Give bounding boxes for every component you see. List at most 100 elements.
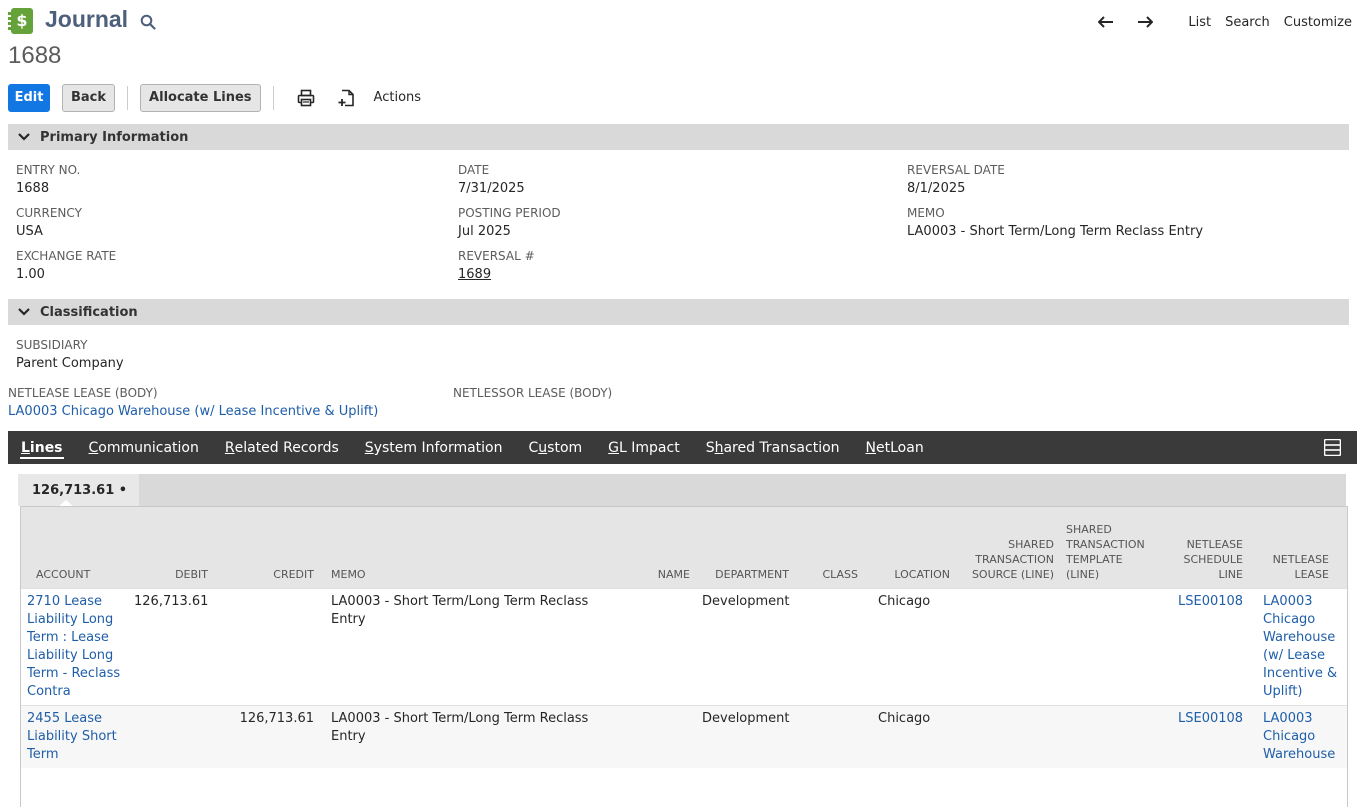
back-button[interactable]: Back — [62, 83, 116, 112]
column-header-department[interactable]: DEPARTMENT — [696, 507, 795, 588]
tab-label-part: etLoan — [876, 439, 924, 456]
actions-menu[interactable]: Actions — [374, 90, 422, 105]
column-header-name[interactable]: NAME — [620, 507, 696, 588]
column-header-location[interactable]: LOCATION — [864, 507, 956, 588]
menu-icon[interactable] — [1324, 439, 1341, 456]
table-row[interactable]: 2455 Lease Liability Short Term 126,713.6… — [21, 705, 1347, 768]
tab-label-part: elated Records — [234, 439, 339, 456]
lines-table: ACCOUNT DEBIT CREDIT MEMO NAME DEPARTMEN… — [20, 506, 1348, 807]
field-label: DATE — [458, 163, 490, 177]
column-header-schedule-line[interactable]: NETLEASE SCHEDULE LINE — [1164, 507, 1249, 588]
field-label: REVERSAL # — [458, 249, 535, 263]
name-cell — [620, 588, 696, 705]
new-document-icon[interactable] — [335, 87, 357, 109]
field-label: MEMO — [907, 206, 945, 220]
column-header-netlease-lease[interactable]: NETLEASE LEASE — [1249, 507, 1347, 588]
date-field: DATE 7/31/2025 — [458, 162, 525, 198]
memo-cell: LA0003 - Short Term/Long Term Reclass En… — [331, 710, 589, 744]
column-header-memo[interactable]: MEMO — [320, 507, 620, 588]
location-cell: Chicago — [878, 593, 931, 609]
schedule-line-link[interactable]: LSE00108 — [1178, 711, 1243, 726]
entry-no-field: ENTRY NO. 1688 — [16, 162, 80, 198]
customize-link[interactable]: Customize — [1284, 15, 1352, 30]
list-link[interactable]: List — [1188, 15, 1211, 30]
field-label: EXCHANGE RATE — [16, 249, 117, 263]
tab-access-key: G — [608, 439, 620, 456]
allocate-lines-button[interactable]: Allocate Lines — [140, 83, 261, 112]
field-value: 8/1/2025 — [907, 181, 966, 196]
toolbar-divider — [272, 85, 274, 110]
memo-field: MEMO LA0003 - Short Term/Long Term Recla… — [907, 205, 1203, 241]
schedule-line-link[interactable]: LSE00108 — [1178, 594, 1243, 609]
tab-system-information[interactable]: System Information — [365, 431, 503, 464]
table-header-row: ACCOUNT DEBIT CREDIT MEMO NAME DEPARTMEN… — [21, 507, 1347, 588]
chevron-down-icon — [16, 304, 32, 320]
classification-header[interactable]: Classification — [8, 299, 1349, 325]
column-header-credit[interactable]: CREDIT — [214, 507, 320, 588]
column-header-shared-source[interactable]: SHARED TRANSACTION SOURCE (LINE) — [956, 507, 1060, 588]
lines-subtab-bar: 126,713.61 • — [18, 474, 1346, 507]
location-cell: Chicago — [878, 710, 931, 726]
account-link[interactable]: 2455 Lease Liability Short Term — [27, 711, 117, 762]
name-cell — [620, 705, 696, 768]
record-number: 1688 — [8, 42, 62, 69]
posting-period-field: POSTING PERIOD Jul 2025 — [458, 205, 561, 241]
tab-access-key: R — [224, 439, 235, 456]
field-value: Parent Company — [16, 356, 124, 371]
column-header-class[interactable]: CLASS — [795, 507, 864, 588]
shared-template-cell — [1060, 705, 1164, 768]
tab-netloan[interactable]: NetLoan — [866, 431, 924, 464]
subsidiary-field: SUBSIDIARY Parent Company — [16, 337, 124, 373]
reversal-no-field: REVERSAL # 1689 — [458, 248, 535, 284]
field-label: CURRENCY — [16, 206, 82, 220]
top-navigation: List Search Customize — [1096, 14, 1352, 30]
currency-field: CURRENCY USA — [16, 205, 82, 241]
field-value: LA0003 - Short Term/Long Term Reclass En… — [907, 224, 1204, 239]
search-icon[interactable] — [140, 14, 156, 30]
lines-total-subtab[interactable]: 126,713.61 • — [18, 474, 140, 507]
tab-custom[interactable]: Cu stom — [529, 431, 583, 464]
exchange-rate-field: EXCHANGE RATE 1.00 — [16, 248, 116, 284]
print-icon[interactable] — [295, 87, 317, 109]
tab-access-key: S — [364, 439, 374, 456]
page-header: $ Journal List Search Customize — [8, 6, 1361, 40]
netlease-lease-field: NETLEASE LEASE (BODY) LA0003 Chicago War… — [8, 385, 378, 421]
field-label: ENTRY NO. — [16, 163, 81, 177]
primary-information-header[interactable]: Primary Information — [8, 124, 1349, 150]
netlease-lease-cell: LA0003 Chicago Warehouse (w/ Lease Incen… — [1249, 588, 1347, 705]
section-title: Classification — [40, 304, 138, 320]
field-label: POSTING PERIOD — [458, 206, 561, 220]
tab-lines[interactable]: Lines — [20, 431, 64, 464]
tab-related-records[interactable]: Related Records — [225, 431, 339, 464]
previous-arrow-icon[interactable] — [1096, 14, 1116, 30]
tab-label-part: S — [705, 439, 715, 456]
table-row[interactable]: 2710 Lease Liability Long Term : Lease L… — [21, 588, 1347, 705]
tab-gl-impact[interactable]: GL Impact — [608, 431, 680, 464]
debit-cell — [128, 705, 214, 768]
edit-button[interactable]: Edit — [8, 83, 50, 112]
tab-label-part: ommunication — [98, 439, 199, 456]
account-cell: 2455 Lease Liability Short Term — [21, 705, 128, 768]
netlease-lease-link[interactable]: LA0003 Chicago Warehouse (w/ Lease Incen… — [1263, 594, 1337, 699]
tab-communication[interactable]: Communication — [89, 431, 199, 464]
column-header-debit[interactable]: DEBIT — [128, 507, 214, 588]
field-value: 1.00 — [16, 267, 45, 282]
account-link[interactable]: 2710 Lease Liability Long Term : Lease L… — [27, 594, 120, 699]
debit-cell: 126,713.61 — [134, 593, 209, 609]
shared-template-cell — [1060, 588, 1164, 705]
reversal-link[interactable]: 1689 — [458, 266, 535, 284]
credit-cell — [214, 588, 320, 705]
next-arrow-icon[interactable] — [1135, 14, 1155, 30]
tab-label-part: ines — [29, 439, 63, 456]
search-link[interactable]: Search — [1225, 15, 1270, 30]
field-value: 7/31/2025 — [458, 181, 525, 196]
netlease-lease-link[interactable]: LA0003 Chicago Warehouse — [1263, 711, 1335, 762]
column-header-shared-template[interactable]: SHARED TRANSACTION TEMPLATE (LINE) — [1060, 507, 1164, 588]
column-header-account[interactable]: ACCOUNT — [21, 507, 128, 588]
netlease-lease-link[interactable]: LA0003 Chicago Warehouse (w/ Lease Incen… — [8, 403, 378, 421]
tab-shared-transaction[interactable]: Sh ared Transaction — [706, 431, 840, 464]
shared-source-cell — [956, 588, 1060, 705]
tab-access-key: N — [865, 439, 877, 456]
field-value: Jul 2025 — [458, 224, 511, 239]
department-cell: Development — [702, 710, 790, 726]
